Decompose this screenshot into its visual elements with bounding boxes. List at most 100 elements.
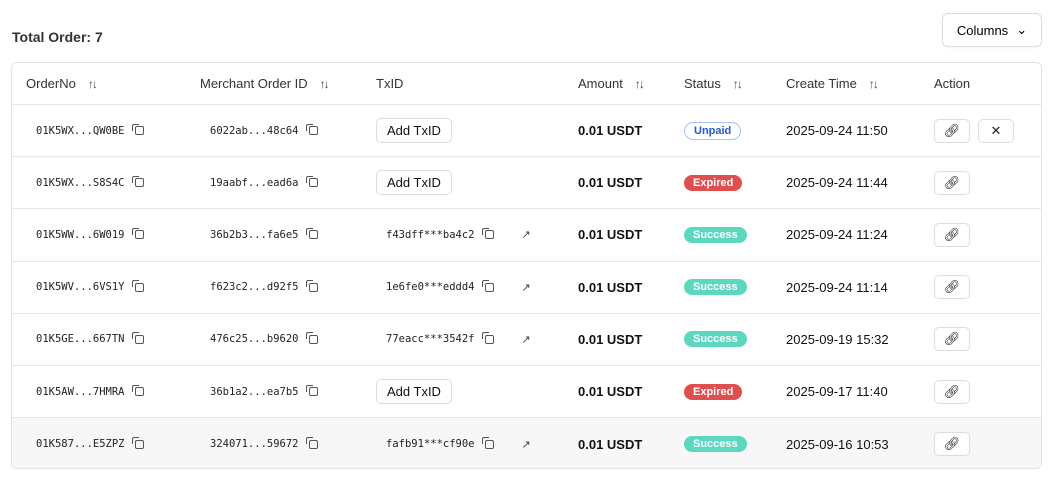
amount: 0.01 USDT: [578, 384, 643, 400]
header-label: Merchant Order ID: [200, 76, 308, 91]
create-time: 2025-09-24 11:50: [786, 123, 888, 139]
copy-icon[interactable]: [306, 384, 318, 397]
add-txid-button[interactable]: Add TxID: [376, 379, 452, 405]
table-row: 01K5WW...6W019 36b2b3...fa6e5 f43dff***b…: [12, 209, 1041, 262]
copy-icon[interactable]: [306, 227, 318, 240]
add-txid-button[interactable]: Add TxID: [376, 170, 452, 196]
amount: 0.01 USDT: [578, 227, 643, 243]
link-button[interactable]: 🔗︎: [934, 379, 970, 404]
header-txid: TxID: [376, 63, 403, 104]
amount: 0.01 USDT: [578, 436, 643, 452]
header-merchant-order-id[interactable]: Merchant Order ID ↑↓: [200, 63, 330, 104]
header-label: Status: [684, 76, 721, 91]
order-no: 01K5GE...667TN: [36, 333, 125, 346]
status-badge: Success: [684, 436, 747, 453]
header-label: TxID: [376, 76, 404, 91]
link-icon: 🔗︎: [943, 174, 961, 190]
external-link-icon[interactable]: ↗: [522, 333, 531, 346]
external-link-icon[interactable]: ↗: [522, 228, 531, 241]
merchant-order-id: 6022ab...48c64: [210, 124, 299, 137]
orders-table: OrderNo ↑↓ Merchant Order ID ↑↓ TxID Amoun…: [11, 62, 1042, 469]
txid: 1e6fe0***eddd4: [386, 281, 475, 294]
copy-icon[interactable]: [306, 332, 318, 344]
link-icon: 🔗︎: [943, 226, 961, 242]
link-button[interactable]: 🔗︎: [934, 118, 970, 143]
order-no: 01K5AW...7HMRA: [36, 385, 125, 398]
header-label: Action: [934, 76, 971, 91]
header-label: OrderNo: [26, 76, 76, 91]
link-button[interactable]: 🔗︎: [934, 275, 970, 300]
sort-icon[interactable]: ↑↓: [320, 77, 330, 91]
sort-icon[interactable]: ↑↓: [733, 77, 743, 91]
external-link-icon[interactable]: ↗: [522, 281, 531, 294]
status-badge: Expired: [684, 174, 743, 191]
link-icon: 🔗︎: [943, 279, 961, 295]
table-row: 01K5WX...QW0BE 6022ab...48c64 Add TxID 0…: [12, 105, 1041, 158]
status-badge: Unpaid: [684, 121, 742, 140]
add-txid-button[interactable]: Add TxID: [376, 118, 452, 144]
copy-icon[interactable]: [132, 437, 144, 449]
copy-icon[interactable]: [132, 123, 144, 136]
table-row: 01K5AW...7HMRA 36b1a2...ea7b5 Add TxID 0…: [12, 366, 1041, 419]
link-icon: 🔗︎: [943, 122, 961, 138]
merchant-order-id: 324071...59672: [210, 438, 299, 451]
external-link-icon[interactable]: ↗: [522, 438, 531, 451]
copy-icon[interactable]: [482, 280, 494, 292]
create-time: 2025-09-19 15:32: [786, 331, 889, 347]
header-create-time[interactable]: Create Time ↑↓: [786, 63, 879, 104]
columns-button[interactable]: Columns ⌄: [942, 13, 1042, 47]
order-no: 01K5WX...S8S4C: [36, 176, 125, 189]
copy-icon[interactable]: [306, 175, 318, 188]
copy-icon[interactable]: [132, 332, 144, 344]
sort-icon[interactable]: ↑↓: [88, 77, 98, 91]
create-time: 2025-09-17 11:40: [786, 384, 888, 400]
order-no: 01K5WX...QW0BE: [36, 124, 125, 137]
status-badge: Success: [684, 226, 747, 243]
txid: f43dff***ba4c2: [386, 228, 475, 241]
copy-icon[interactable]: [132, 384, 144, 397]
header-label: Create Time: [786, 76, 857, 91]
copy-icon[interactable]: [482, 437, 494, 449]
link-button[interactable]: 🔗︎: [934, 170, 970, 195]
total-order-count: Total Order: 7: [12, 29, 103, 45]
link-icon: 🔗︎: [943, 436, 961, 452]
merchant-order-id: 19aabf...ead6a: [210, 176, 299, 189]
header-status[interactable]: Status ↑↓: [684, 63, 743, 104]
sort-icon[interactable]: ↑↓: [635, 77, 645, 91]
table-row: 01K587...E5ZPZ 324071...59672 fafb91***c…: [12, 418, 1041, 468]
header-order-no[interactable]: OrderNo ↑↓: [26, 63, 98, 104]
copy-icon[interactable]: [132, 227, 144, 240]
columns-button-label: Columns: [956, 22, 1009, 38]
copy-icon[interactable]: [306, 123, 318, 136]
copy-icon[interactable]: [306, 437, 318, 449]
link-button[interactable]: 🔗︎: [934, 327, 970, 352]
merchant-order-id: f623c2...d92f5: [210, 281, 299, 294]
copy-icon[interactable]: [132, 280, 144, 292]
order-no: 01K5WV...6VS1Y: [36, 281, 125, 294]
chevron-down-icon: ⌄: [1016, 22, 1028, 37]
copy-icon[interactable]: [482, 332, 494, 344]
table-header: OrderNo ↑↓ Merchant Order ID ↑↓ TxID Amoun…: [12, 63, 1041, 105]
table-row: 01K5WV...6VS1Y f623c2...d92f5 1e6fe0***e…: [12, 262, 1041, 314]
table-row: 01K5GE...667TN 476c25...b9620 77eacc***3…: [12, 314, 1041, 366]
order-no: 01K5WW...6W019: [36, 228, 125, 241]
txid: fafb91***cf90e: [386, 438, 475, 451]
copy-icon[interactable]: [306, 280, 318, 292]
create-time: 2025-09-24 11:24: [786, 227, 888, 243]
header-action: Action: [934, 63, 970, 104]
copy-icon[interactable]: [482, 227, 494, 240]
copy-icon[interactable]: [132, 175, 144, 188]
order-no: 01K587...E5ZPZ: [36, 438, 125, 451]
link-icon: 🔗︎: [943, 331, 961, 347]
cancel-button[interactable]: ✕: [978, 118, 1014, 143]
table-body: 01K5WX...QW0BE 6022ab...48c64 Add TxID 0…: [12, 105, 1041, 468]
link-button[interactable]: 🔗︎: [934, 222, 970, 247]
txid: 77eacc***3542f: [386, 333, 475, 346]
amount: 0.01 USDT: [578, 175, 643, 191]
header-amount[interactable]: Amount ↑↓: [578, 63, 645, 104]
table-row: 01K5WX...S8S4C 19aabf...ead6a Add TxID 0…: [12, 157, 1041, 210]
close-icon: ✕: [990, 122, 1002, 138]
sort-icon[interactable]: ↑↓: [869, 77, 879, 91]
link-button[interactable]: 🔗︎: [934, 432, 970, 457]
merchant-order-id: 36b2b3...fa6e5: [210, 228, 299, 241]
